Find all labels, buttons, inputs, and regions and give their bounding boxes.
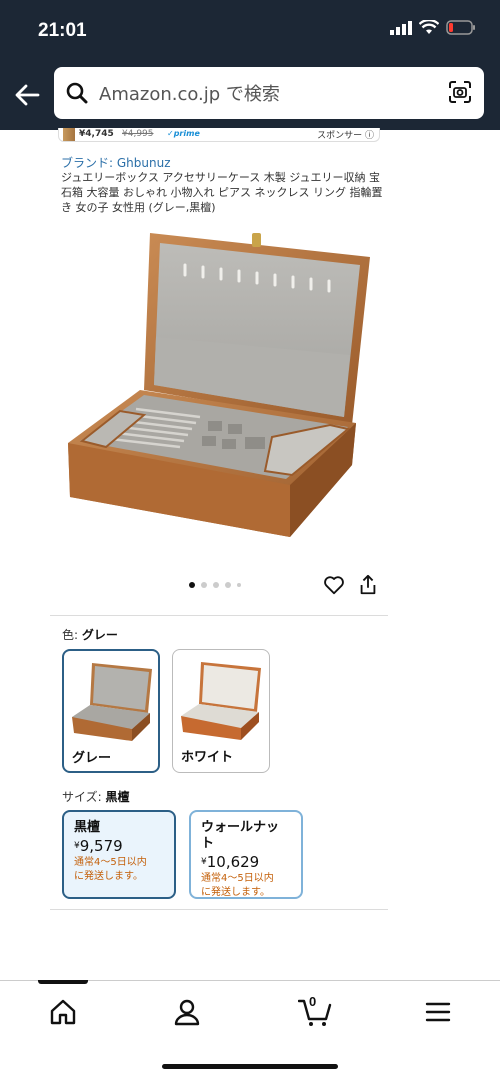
color-option-label: ホワイト: [181, 750, 234, 765]
sponsored-label: スポンサー ⓘ: [317, 131, 374, 141]
gray-variant-thumbnail: [72, 663, 152, 741]
menu-icon[interactable]: [423, 997, 453, 1027]
size-option-name: 黒檀: [74, 820, 101, 835]
back-arrow-icon[interactable]: [12, 80, 42, 110]
gallery-dot[interactable]: [213, 582, 219, 588]
battery-icon: [446, 20, 475, 35]
gallery-dot[interactable]: [189, 582, 195, 588]
camera-scan-icon[interactable]: [448, 80, 472, 104]
gallery-dots[interactable]: [189, 582, 241, 588]
search-header: Amazon.co.jp で検索: [0, 62, 500, 130]
search-placeholder: Amazon.co.jp で検索: [99, 84, 280, 105]
gallery-dot[interactable]: [201, 582, 207, 588]
heart-icon[interactable]: [323, 574, 345, 596]
gallery-dot[interactable]: [225, 582, 231, 588]
wifi-icon: [419, 20, 439, 34]
account-icon[interactable]: [172, 997, 202, 1027]
home-indicator: [162, 1064, 338, 1069]
size-option-walnut[interactable]: ウォールナット ¥10,629 通常4～5日以内 に発送します。: [189, 810, 303, 899]
sponsored-old-price: ¥4,995: [122, 129, 154, 139]
size-option-price: ¥10,629: [201, 853, 260, 871]
status-time: 21:01: [38, 20, 87, 41]
brand-link[interactable]: ブランド: Ghbunuz: [61, 154, 171, 171]
sponsored-thumbnail: [63, 128, 75, 141]
product-title: ジュエリーボックス アクセサリーケース 木製 ジュエリー収納 宝石箱 大容量 お…: [61, 171, 383, 214]
sponsored-ad-strip[interactable]: ¥4,745 ¥4,995 ✓prime スポンサー ⓘ: [58, 128, 380, 142]
active-tab-indicator: [38, 980, 88, 984]
cart-count: 0: [309, 994, 317, 1009]
size-label: サイズ: 黒檀: [62, 790, 130, 804]
divider: [50, 615, 388, 616]
info-icon[interactable]: ⓘ: [365, 131, 374, 141]
home-icon[interactable]: [48, 997, 78, 1027]
size-option-ebony[interactable]: 黒檀 ¥9,579 通常4～5日以内 に発送します。: [62, 810, 176, 899]
divider: [50, 909, 388, 910]
product-image[interactable]: [60, 225, 380, 550]
size-option-shipping: 通常4～5日以内 に発送します。: [74, 857, 147, 882]
color-option-label: グレー: [72, 751, 112, 766]
search-input[interactable]: Amazon.co.jp で検索: [54, 67, 484, 119]
cart-button[interactable]: 0: [297, 994, 332, 1027]
share-icon[interactable]: [357, 574, 379, 596]
white-variant-thumbnail: [181, 662, 261, 740]
color-label: 色: グレー: [62, 628, 118, 642]
sponsored-price: ¥4,745: [79, 129, 114, 139]
size-option-shipping: 通常4～5日以内 に発送します。: [201, 873, 274, 898]
size-option-price: ¥9,579: [74, 837, 123, 855]
size-option-name: ウォールナット: [201, 820, 280, 851]
status-bar: 21:01: [0, 0, 500, 62]
gallery-dot[interactable]: [237, 583, 241, 587]
signal-icon: [390, 20, 412, 35]
status-icons: [390, 20, 476, 35]
color-option-gray[interactable]: グレー: [62, 649, 160, 773]
prime-badge: ✓prime: [167, 129, 200, 138]
color-option-white[interactable]: ホワイト: [172, 649, 270, 773]
search-icon: [66, 82, 88, 104]
